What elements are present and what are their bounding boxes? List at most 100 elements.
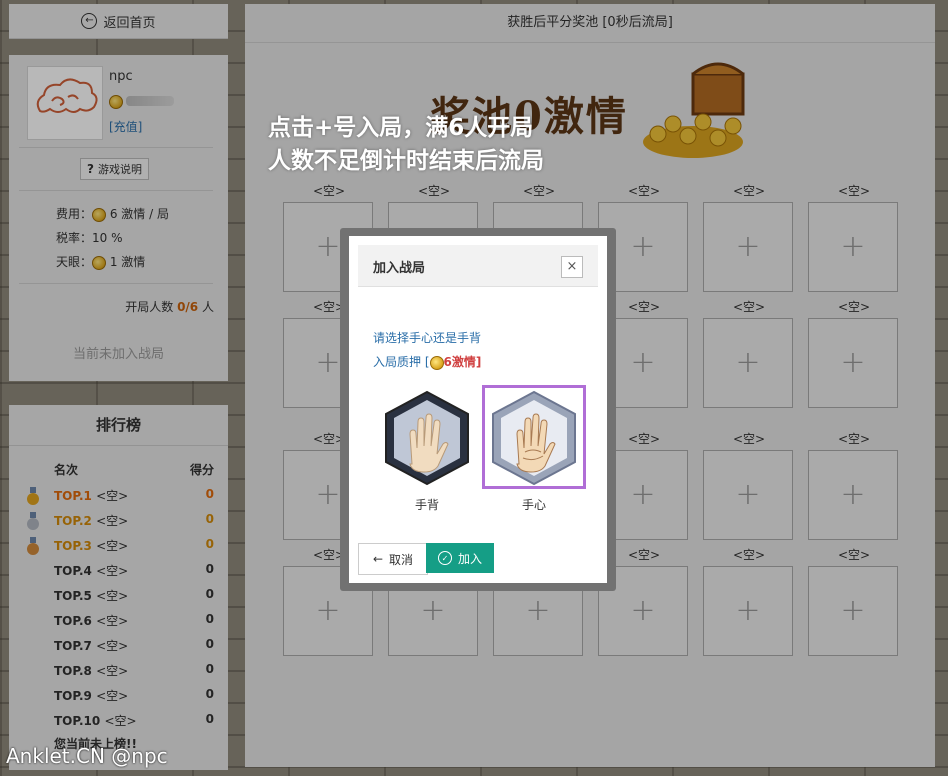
plus-icon: + xyxy=(840,593,866,628)
ranking-score: 0 xyxy=(205,537,214,551)
ranking-row: TOP.2 <空> 0 xyxy=(9,512,228,537)
ranking-title: 排行榜 xyxy=(9,405,228,446)
seat-label: <空> xyxy=(732,300,766,314)
ranking-row: TOP.8 <空> 0 xyxy=(9,662,228,687)
ranking-score: 0 xyxy=(205,512,214,526)
plus-icon: + xyxy=(840,345,866,380)
divider xyxy=(19,190,213,191)
ranking-row: TOP.9 <空> 0 xyxy=(9,687,228,712)
plus-icon: + xyxy=(840,229,866,264)
stake-amount: 6激情 xyxy=(443,355,476,369)
ranking-panel: 排行榜 名次 得分 TOP.1 <空> 0 TOP.2 <空> 0 TOP.3 <空> 0… xyxy=(9,405,228,770)
plus-icon: + xyxy=(840,477,866,512)
ranking-name: TOP.1 <空> xyxy=(54,489,129,503)
seat-join-button[interactable]: + xyxy=(808,318,898,408)
close-icon[interactable]: × xyxy=(561,256,583,278)
plus-icon: + xyxy=(735,477,761,512)
ranking-score: 0 xyxy=(205,662,214,676)
ranking-name: TOP.2 <空> xyxy=(54,514,129,528)
choice-back-of-hand[interactable]: 手背 xyxy=(375,390,479,513)
rank-col-header: 名次 xyxy=(54,463,79,477)
divider xyxy=(19,147,213,148)
eye-line: 天眼： 1 激情 xyxy=(56,255,146,270)
plus-icon: + xyxy=(525,593,551,628)
back-home-button[interactable]: ← 返回首页 xyxy=(9,4,228,39)
ranking-score: 0 xyxy=(205,487,214,501)
gold-medal-icon xyxy=(27,487,39,505)
arrow-left-icon: ← xyxy=(372,552,384,566)
players-count-value: 0/6 xyxy=(177,300,199,314)
ranking-row: TOP.4 <空> 0 xyxy=(9,562,228,587)
seat-join-button[interactable]: + xyxy=(703,450,793,540)
choice-palm[interactable]: 手心 xyxy=(482,390,586,513)
dialog-prompt: 请选择手心还是手背 入局质押 [6激情] xyxy=(373,331,482,370)
seat-join-button[interactable]: + xyxy=(808,202,898,292)
join-dialog-frame: 加入战局 × 请选择手心还是手背 入局质押 [6激情] 手背 手心 ← 取消 ✓… xyxy=(340,228,616,591)
treasure-chest-icon xyxy=(643,62,745,158)
avatar xyxy=(27,66,103,140)
seat-label: <空> xyxy=(837,548,871,562)
seat-label: <空> xyxy=(837,432,871,446)
palm-label: 手心 xyxy=(521,498,546,512)
balance-hidden xyxy=(126,96,174,106)
ranking-row: TOP.5 <空> 0 xyxy=(9,587,228,612)
seat-join-button[interactable]: + xyxy=(808,450,898,540)
coin-icon xyxy=(92,255,107,270)
cloud-avatar-icon xyxy=(36,78,98,113)
question-icon: ? xyxy=(87,162,94,176)
eye-value: 1 激情 xyxy=(109,255,146,269)
ranking-name: TOP.8 <空> xyxy=(54,664,129,678)
ranking-row: TOP.7 <空> 0 xyxy=(9,637,228,662)
seat-label: <空> xyxy=(732,432,766,446)
tax-value: 10 % xyxy=(92,231,123,245)
plus-icon: + xyxy=(630,593,656,628)
plus-icon: + xyxy=(315,477,341,512)
plus-icon: + xyxy=(735,229,761,264)
arrow-left-icon: ← xyxy=(81,13,98,29)
ranking-score: 0 xyxy=(205,562,214,576)
seat-label: <空> xyxy=(522,184,556,198)
player-name: npc xyxy=(109,69,133,84)
help-button[interactable]: ? 游戏说明 xyxy=(80,158,149,180)
ranking-score: 0 xyxy=(205,687,214,701)
plus-icon: + xyxy=(630,229,656,264)
coin-icon xyxy=(92,207,107,222)
silver-medal-icon xyxy=(27,512,39,530)
plus-icon: + xyxy=(315,345,341,380)
seat-label: <空> xyxy=(837,300,871,314)
join-button[interactable]: ✓ 加入 xyxy=(426,543,494,573)
back-of-hand-label: 手背 xyxy=(414,498,439,512)
recharge-link[interactable]: [充值] xyxy=(109,118,142,135)
ranking-name: TOP.5 <空> xyxy=(54,589,129,603)
ranking-row: TOP.10 <空> 0 xyxy=(9,712,228,737)
cancel-button[interactable]: ← 取消 xyxy=(358,543,428,575)
dialog-title: 加入战局 xyxy=(373,261,426,276)
seat-join-button[interactable]: + xyxy=(703,566,793,656)
seat-label: <空> xyxy=(417,184,451,198)
plus-icon: + xyxy=(735,345,761,380)
ranking-score: 0 xyxy=(205,712,214,726)
fee-line: 费用： 6 激情 / 局 xyxy=(56,207,169,222)
plus-icon: + xyxy=(315,229,341,264)
dialog-header: 加入战局 × xyxy=(358,245,598,287)
seat-label: <空> xyxy=(732,184,766,198)
hand-palm-icon xyxy=(492,390,576,486)
watermark: Anklet.CN @npc xyxy=(6,744,168,768)
hand-back-icon xyxy=(385,390,469,486)
ranking-name: TOP.3 <空> xyxy=(54,539,129,553)
join-status: 当前未加入战局 xyxy=(72,347,164,362)
divider xyxy=(19,283,213,284)
players-count: 开局人数 0/6 人 xyxy=(125,300,214,314)
score-col-header: 得分 xyxy=(189,463,214,477)
seat-join-button[interactable]: + xyxy=(703,318,793,408)
seat-join-button[interactable]: + xyxy=(808,566,898,656)
ranking-score: 0 xyxy=(205,637,214,651)
ranking-name: TOP.10 <空> xyxy=(54,714,137,728)
ranking-row: TOP.3 <空> 0 xyxy=(9,537,228,562)
ranking-score: 0 xyxy=(205,612,214,626)
seat-join-button[interactable]: + xyxy=(703,202,793,292)
fee-value: 6 激情 / 局 xyxy=(109,207,169,221)
seat-label: <空> xyxy=(627,184,661,198)
back-home-label: 返回首页 xyxy=(103,15,156,31)
tax-line: 税率：10 % xyxy=(56,231,123,245)
